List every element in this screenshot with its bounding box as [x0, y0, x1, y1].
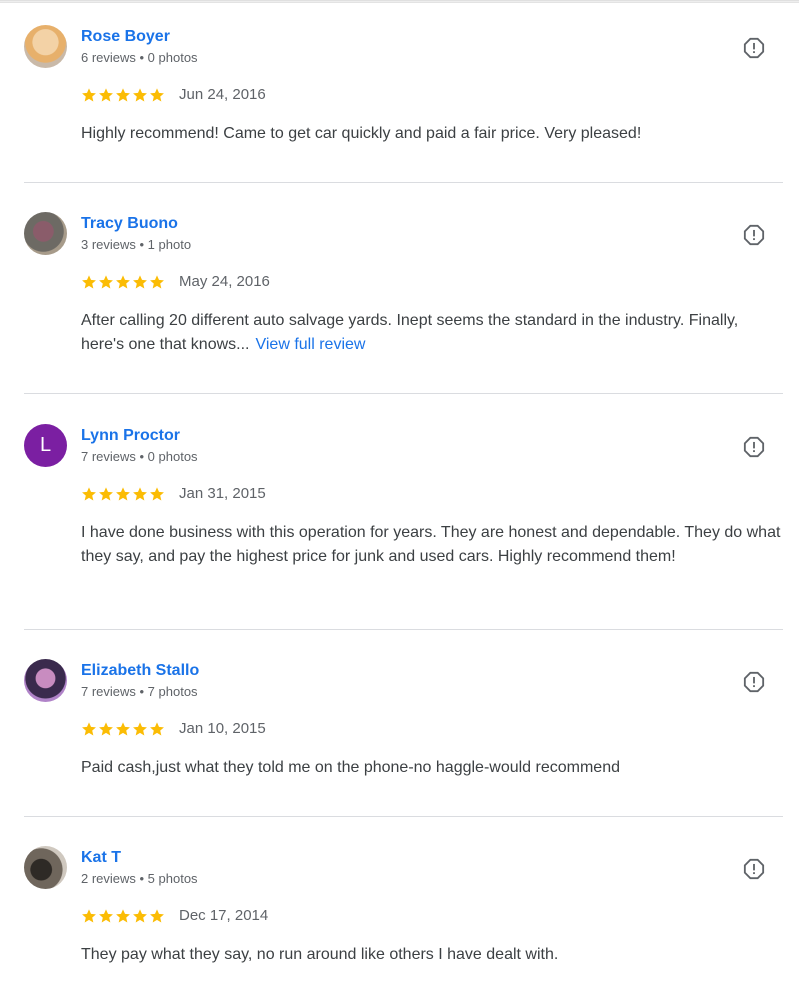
reviewer-meta: 6 reviews • 0 photos — [81, 50, 198, 65]
review-text-body: Paid cash,just what they told me on the … — [81, 759, 620, 776]
review-text-body: They pay what they say, no run around li… — [81, 946, 559, 963]
divider — [24, 816, 783, 817]
star-icon — [99, 275, 113, 289]
reviewer-name[interactable]: Lynn Proctor — [81, 427, 180, 445]
top-shadow-bar — [0, 0, 799, 3]
review-text: I have done business with this operation… — [81, 521, 781, 569]
reviewer-meta: 2 reviews • 5 photos — [81, 871, 198, 886]
star-icon — [116, 722, 130, 736]
star-icon — [116, 909, 130, 923]
review-text: They pay what they say, no run around li… — [81, 943, 781, 967]
view-full-review-link[interactable]: View full review — [255, 336, 365, 353]
star-icon — [133, 722, 147, 736]
avatar[interactable] — [24, 846, 67, 889]
star-icon — [82, 275, 96, 289]
star-icon — [133, 88, 147, 102]
star-rating — [81, 274, 165, 292]
reviewer-name[interactable]: Kat T — [81, 849, 121, 867]
star-icon — [82, 909, 96, 923]
review-text-body: Highly recommend! Came to get car quickl… — [81, 125, 642, 142]
review-text-body: After calling 20 different auto salvage … — [81, 312, 739, 353]
report-octagon-icon[interactable] — [743, 224, 765, 246]
review-card: Kat T 2 reviews • 5 photos Dec 17, 2014 … — [24, 846, 783, 986]
star-rating — [81, 908, 165, 926]
avatar[interactable] — [24, 212, 67, 255]
avatar[interactable] — [24, 25, 67, 68]
review-date: Jan 10, 2015 — [179, 720, 266, 737]
star-icon — [133, 275, 147, 289]
review-date: Dec 17, 2014 — [179, 907, 269, 924]
review-card: Elizabeth Stallo 7 reviews • 7 photos Ja… — [24, 659, 783, 799]
star-icon — [150, 909, 164, 923]
star-icon — [116, 275, 130, 289]
reviewer-name[interactable]: Tracy Buono — [81, 215, 178, 233]
reviewer-meta: 7 reviews • 7 photos — [81, 684, 198, 699]
review-card: Rose Boyer 6 reviews • 0 photos Jun 24, … — [24, 25, 783, 165]
reviewer-name[interactable]: Elizabeth Stallo — [81, 662, 199, 680]
reviewer-name[interactable]: Rose Boyer — [81, 28, 170, 46]
review-text: After calling 20 different auto salvage … — [81, 309, 781, 357]
star-icon — [150, 88, 164, 102]
star-rating — [81, 721, 165, 739]
star-icon — [150, 722, 164, 736]
star-icon — [99, 487, 113, 501]
star-icon — [133, 909, 147, 923]
reviewer-meta: 7 reviews • 0 photos — [81, 449, 198, 464]
star-rating — [81, 486, 165, 504]
review-text: Highly recommend! Came to get car quickl… — [81, 122, 781, 146]
review-text: Paid cash,just what they told me on the … — [81, 756, 781, 780]
star-icon — [99, 88, 113, 102]
report-octagon-icon[interactable] — [743, 671, 765, 693]
star-icon — [116, 88, 130, 102]
review-date: May 24, 2016 — [179, 273, 270, 290]
review-card: Tracy Buono 3 reviews • 1 photo May 24, … — [24, 212, 783, 372]
star-icon — [82, 722, 96, 736]
star-icon — [82, 88, 96, 102]
star-icon — [116, 487, 130, 501]
report-octagon-icon[interactable] — [743, 37, 765, 59]
avatar[interactable] — [24, 659, 67, 702]
star-icon — [82, 487, 96, 501]
avatar[interactable]: L — [24, 424, 67, 467]
star-icon — [99, 722, 113, 736]
divider — [24, 393, 783, 394]
star-icon — [150, 275, 164, 289]
reviewer-meta: 3 reviews • 1 photo — [81, 237, 192, 252]
star-rating — [81, 87, 165, 105]
star-icon — [133, 487, 147, 501]
star-icon — [150, 487, 164, 501]
divider — [24, 182, 783, 183]
report-octagon-icon[interactable] — [743, 436, 765, 458]
review-card: L Lynn Proctor 7 reviews • 0 photos Jan … — [24, 424, 783, 604]
star-icon — [99, 909, 113, 923]
report-octagon-icon[interactable] — [743, 858, 765, 880]
review-date: Jan 31, 2015 — [179, 485, 266, 502]
divider — [24, 629, 783, 630]
review-date: Jun 24, 2016 — [179, 86, 266, 103]
review-text-body: I have done business with this operation… — [81, 524, 781, 565]
